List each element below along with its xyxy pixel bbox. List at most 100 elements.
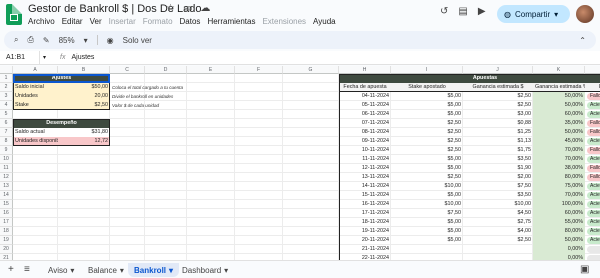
bet-status-cell[interactable]: Acierto	[585, 209, 600, 218]
bet-date[interactable]: 14-11-2024	[339, 182, 391, 191]
video-icon[interactable]: ▶	[478, 6, 486, 17]
bet-gain-amount[interactable]: $1,13	[463, 137, 533, 146]
column-header[interactable]: F	[235, 66, 283, 74]
bet-stake[interactable]: $7,50	[391, 209, 463, 218]
bet-gain-amount[interactable]: $3,50	[463, 155, 533, 164]
menu-item[interactable]: Datos	[180, 17, 201, 26]
bet-gain-amount[interactable]: $1,90	[463, 164, 533, 173]
status-badge[interactable]	[587, 246, 600, 253]
sheet-tab[interactable]: Aviso ▾	[42, 263, 80, 277]
row-header[interactable]: 10	[0, 155, 13, 164]
menu-item[interactable]: Insertar	[109, 17, 136, 26]
bet-gain-percent[interactable]: 80,00%	[533, 173, 585, 182]
apuestas-column-header[interactable]: Stake apostado	[391, 83, 463, 92]
bet-status-cell[interactable]: Acierto	[585, 218, 600, 227]
column-header[interactable]: G	[283, 66, 339, 74]
bet-gain-amount[interactable]: $3,50	[463, 191, 533, 200]
status-badge[interactable]: Acierto	[587, 237, 600, 244]
bet-gain-percent[interactable]: 0,00%	[533, 245, 585, 254]
bet-stake[interactable]	[391, 245, 463, 254]
bet-gain-amount[interactable]: $2,50	[463, 236, 533, 245]
bet-gain-amount[interactable]: $2,50	[463, 92, 533, 101]
bet-stake[interactable]: $2,50	[391, 119, 463, 128]
bet-stake[interactable]: $5,00	[391, 155, 463, 164]
bet-stake[interactable]: $5,00	[391, 110, 463, 119]
bet-date[interactable]: 10-11-2024	[339, 146, 391, 155]
bet-stake[interactable]: $5,00	[391, 164, 463, 173]
bet-gain-percent[interactable]: 75,00%	[533, 182, 585, 191]
bet-date[interactable]: 18-11-2024	[339, 218, 391, 227]
column-header[interactable]: I	[391, 66, 463, 74]
cloud-icon[interactable]: ☁	[200, 3, 210, 14]
avatar[interactable]	[576, 5, 594, 23]
bet-gain-percent[interactable]: 55,00%	[533, 218, 585, 227]
status-badge[interactable]: Acierto	[587, 201, 600, 208]
bet-gain-percent[interactable]: 50,00%	[533, 128, 585, 137]
star-icon[interactable]: ☆	[166, 3, 175, 14]
bet-date[interactable]: 13-11-2024	[339, 173, 391, 182]
menu-item[interactable]: Extensiones	[262, 17, 306, 26]
status-badge[interactable]: Acierto	[587, 192, 600, 199]
row-header[interactable]: 8	[0, 137, 13, 146]
bet-status-cell[interactable]: Acierto	[585, 137, 600, 146]
bet-date[interactable]: 11-11-2024	[339, 155, 391, 164]
bet-date[interactable]: 12-11-2024	[339, 164, 391, 173]
column-header[interactable]: K	[533, 66, 585, 74]
bet-date[interactable]: 17-11-2024	[339, 209, 391, 218]
bet-status-cell[interactable]: Fallo	[585, 128, 600, 137]
bet-gain-amount[interactable]: $10,00	[463, 200, 533, 209]
bet-gain-amount[interactable]: $7,50	[463, 182, 533, 191]
bet-stake[interactable]: $2,50	[391, 146, 463, 155]
bet-gain-amount[interactable]: $2,00	[463, 173, 533, 182]
sheet-tab[interactable]: Balance ▾	[82, 263, 130, 277]
bet-stake[interactable]: $2,50	[391, 137, 463, 146]
print-icon[interactable]: ⎙	[27, 35, 33, 45]
status-badge[interactable]: Acierto	[587, 219, 600, 226]
status-badge[interactable]: Acierto	[587, 102, 600, 109]
view-only-label[interactable]: Solo ver	[123, 36, 152, 45]
bet-status-cell[interactable]: Fallo	[585, 146, 600, 155]
bet-gain-amount[interactable]: $2,50	[463, 101, 533, 110]
menu-item[interactable]: Archivo	[28, 17, 55, 26]
bet-status-cell[interactable]: Acierto	[585, 155, 600, 164]
apuestas-column-header[interactable]: Fecha de apuesta	[339, 83, 391, 92]
bet-gain-percent[interactable]: 50,00%	[533, 236, 585, 245]
column-header[interactable]: J	[463, 66, 533, 74]
bet-date[interactable]: 07-11-2024	[339, 119, 391, 128]
row-header[interactable]: 14	[0, 191, 13, 200]
bet-status-cell[interactable]	[585, 245, 600, 254]
bet-status-cell[interactable]: Acierto	[585, 101, 600, 110]
bet-gain-percent[interactable]: 80,00%	[533, 227, 585, 236]
bet-date[interactable]: 09-11-2024	[339, 137, 391, 146]
bet-date[interactable]: 15-11-2024	[339, 191, 391, 200]
bet-stake[interactable]: $5,00	[391, 227, 463, 236]
row-header[interactable]: 13	[0, 182, 13, 191]
row-header[interactable]: 2	[0, 83, 13, 92]
bet-date[interactable]: 16-11-2024	[339, 200, 391, 209]
column-header[interactable]: H	[339, 66, 391, 74]
row-header[interactable]: 7	[0, 128, 13, 137]
bet-gain-amount[interactable]: $3,00	[463, 110, 533, 119]
apuestas-column-header[interactable]: Ganancia estimada %	[533, 83, 585, 92]
bet-status-cell[interactable]: Acierto	[585, 110, 600, 119]
status-badge[interactable]: Acierto	[587, 228, 600, 235]
bet-gain-amount[interactable]: $2,75	[463, 218, 533, 227]
bet-gain-percent[interactable]: 70,00%	[533, 155, 585, 164]
bet-gain-percent[interactable]: 50,00%	[533, 92, 585, 101]
bet-date[interactable]: 21-11-2024	[339, 245, 391, 254]
status-badge[interactable]: Fallo	[587, 174, 600, 181]
bet-status-cell[interactable]: Acierto	[585, 182, 600, 191]
name-box[interactable]: A1:B1	[0, 51, 40, 64]
row-header[interactable]: 11	[0, 164, 13, 173]
spreadsheet-grid[interactable]: ABCDEFGHIJKLM123456789101112131415161718…	[0, 66, 600, 260]
bet-stake[interactable]: $5,00	[391, 218, 463, 227]
column-header[interactable]: B	[58, 66, 110, 74]
row-header[interactable]: 17	[0, 218, 13, 227]
paint-format-icon[interactable]: ✎	[43, 36, 50, 45]
bet-status-cell[interactable]: Fallo	[585, 92, 600, 101]
row-header[interactable]: 1	[0, 74, 13, 83]
search-icon[interactable]: ⌕	[14, 35, 18, 45]
menu-item[interactable]: Ver	[90, 17, 102, 26]
row-header[interactable]: 4	[0, 101, 13, 110]
bet-date[interactable]: 19-11-2024	[339, 227, 391, 236]
